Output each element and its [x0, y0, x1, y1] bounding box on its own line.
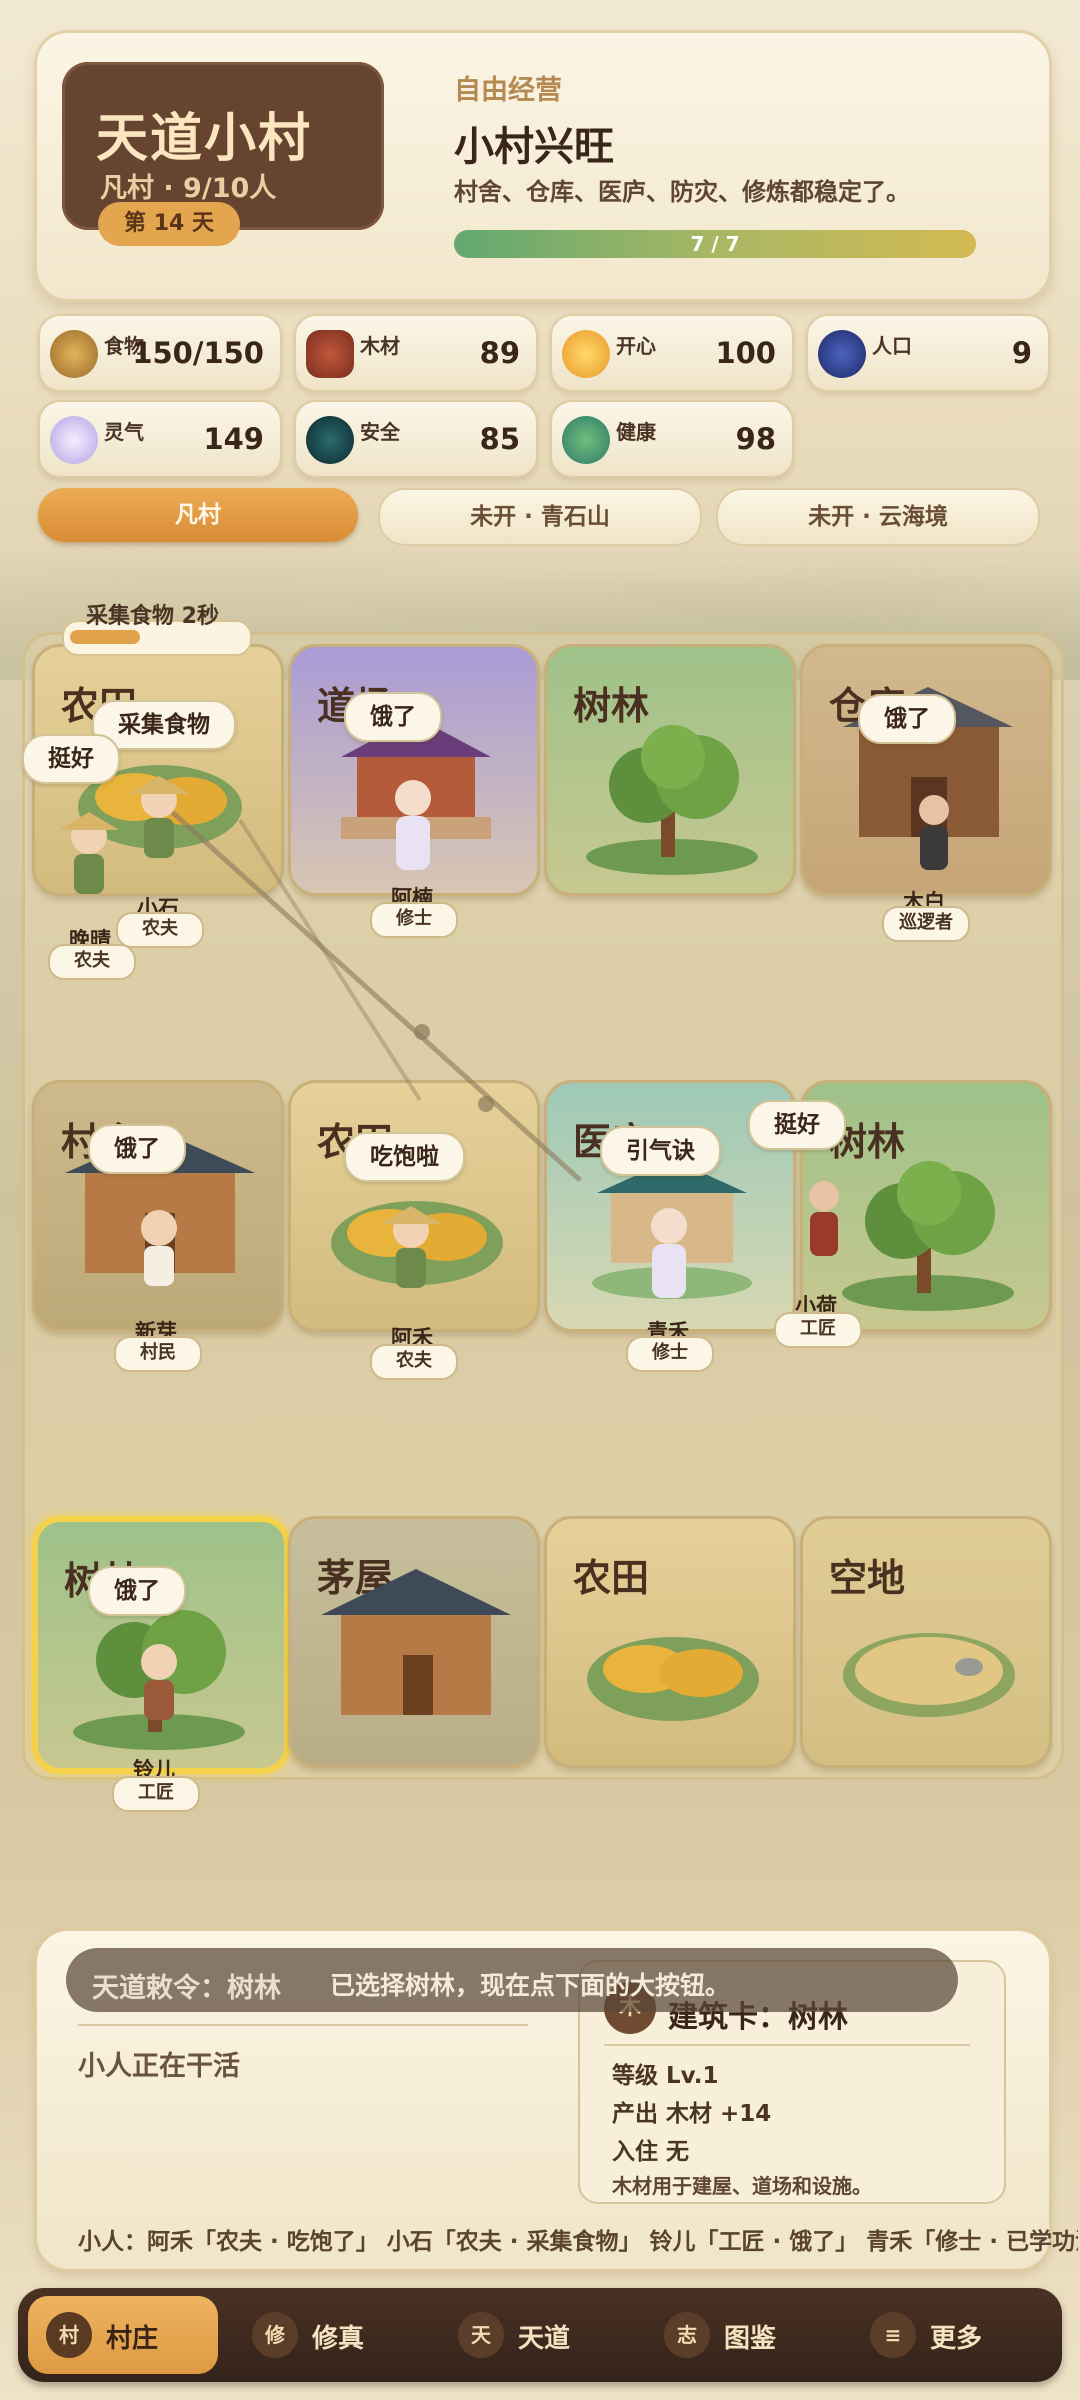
- resource-population[interactable]: 人口 9: [806, 314, 1050, 392]
- nav-codex[interactable]: 志 图鉴: [646, 2296, 836, 2374]
- building-output: 产出 木材 +14: [612, 2101, 772, 2127]
- villager-role-tag: 工匠: [112, 1776, 200, 1812]
- resource-health[interactable]: 健康 98: [550, 400, 794, 478]
- tab-yunhai-realm[interactable]: 未开 · 云海境: [716, 488, 1040, 546]
- empty-lot-icon: [843, 1633, 1015, 1717]
- resource-safety[interactable]: 安全 85: [294, 400, 538, 478]
- tile-thatched-hut[interactable]: 茅屋: [288, 1516, 540, 1768]
- resource-happiness[interactable]: 开心 100: [550, 314, 794, 392]
- decree-toast-message: 已选择树林，现在点下面的大按钮。: [330, 1971, 731, 2000]
- villager-role-tag: 巡逻者: [882, 906, 970, 942]
- speech-bubble: 饿了: [858, 694, 956, 744]
- task-label: 采集食物 2秒: [86, 604, 219, 629]
- wheat-field-icon: [587, 1637, 759, 1721]
- villager-role-tag: 修士: [626, 1336, 714, 1372]
- villager-status-ticker: 小人：阿禾「农夫 · 吃饱了」 小石「农夫 · 采集食物」 铃儿「工匠 · 饿了…: [78, 2229, 1078, 2255]
- building-card-divider: [604, 2044, 970, 2046]
- goal-progress-text: 7 / 7: [690, 232, 740, 256]
- tree-grove-icon: [842, 1161, 1014, 1311]
- villager-role-tag: 工匠: [774, 1312, 862, 1348]
- status-title: 小村兴旺: [454, 124, 614, 170]
- wheat-icon: [50, 330, 98, 378]
- resource-spirit[interactable]: 灵气 149: [38, 400, 282, 478]
- heaven-icon: 天: [458, 2312, 504, 2358]
- decree-toast-title: 天道敕令：树林: [92, 1973, 281, 2004]
- nav-heaven-dao[interactable]: 天 天道: [440, 2296, 630, 2374]
- resource-wood[interactable]: 木材 89: [294, 314, 538, 392]
- cultivation-icon: 修: [252, 2312, 298, 2358]
- villager-qinghe-sprite[interactable]: [634, 1196, 704, 1306]
- villager-ahe-sprite[interactable]: [376, 1200, 446, 1300]
- villager-mubai-sprite[interactable]: [904, 786, 964, 886]
- tab-fan-village[interactable]: 凡村: [38, 488, 358, 542]
- goal-progress-bar: 7 / 7: [454, 230, 976, 258]
- menu-icon: ≡: [870, 2312, 916, 2358]
- speech-bubble: 挺好: [22, 734, 120, 784]
- building-description: 木材用于建屋、道场和设施。: [612, 2174, 872, 2198]
- resource-food[interactable]: 食物 150/150: [38, 314, 282, 392]
- task-progress-fill: [70, 630, 140, 644]
- hut-building-icon: [321, 1569, 511, 1715]
- herb-icon: [562, 416, 610, 464]
- speech-bubble: 引气诀: [600, 1126, 721, 1176]
- villager-linger-sprite[interactable]: [124, 1632, 194, 1732]
- info-divider: [78, 2024, 528, 2026]
- nav-more[interactable]: ≡ 更多: [852, 2296, 1042, 2374]
- villager-xinya-sprite[interactable]: [124, 1198, 194, 1298]
- speech-bubble: 饿了: [88, 1566, 186, 1616]
- village-name: 天道小村: [96, 109, 313, 169]
- day-badge: 第 14 天: [98, 202, 240, 246]
- villager-anan-sprite[interactable]: [378, 768, 448, 878]
- villager-role-tag: 修士: [370, 902, 458, 938]
- nav-cultivation[interactable]: 修 修真: [234, 2296, 424, 2374]
- wood-icon: [306, 330, 354, 378]
- tile-farmland-3[interactable]: 农田: [544, 1516, 796, 1768]
- speech-bubble: 挺好: [748, 1100, 846, 1150]
- building-residents: 入住 无: [612, 2139, 690, 2165]
- working-status-label: 小人正在干活: [78, 2051, 240, 2082]
- villager-role-tag: 农夫: [370, 1344, 458, 1380]
- status-description: 村舍、仓库、医庐、防灾、修炼都稳定了。: [454, 178, 910, 206]
- village-rank-population: 凡村 · 9/10人: [100, 173, 277, 204]
- speech-bubble: 饿了: [88, 1124, 186, 1174]
- spirit-icon: [50, 416, 98, 464]
- shield-orb-icon: [306, 416, 354, 464]
- villager-role-tag: 村民: [114, 1336, 202, 1372]
- tile-empty-lot[interactable]: 空地: [800, 1516, 1052, 1768]
- codex-icon: 志: [664, 2312, 710, 2358]
- nav-village[interactable]: 村 村庄: [28, 2296, 218, 2374]
- people-icon: [818, 330, 866, 378]
- mode-label: 自由经营: [454, 75, 562, 106]
- speech-bubble: 饿了: [344, 692, 442, 742]
- villager-xiaoshi-sprite[interactable]: [124, 770, 194, 870]
- building-level: 等级 Lv.1: [612, 2063, 719, 2089]
- villager-wanqing-sprite[interactable]: [54, 806, 124, 906]
- village-icon: 村: [46, 2312, 92, 2358]
- villager-xiaohe-sprite[interactable]: [794, 1172, 854, 1272]
- speech-bubble: 吃饱啦: [344, 1132, 465, 1182]
- smile-icon: [562, 330, 610, 378]
- villager-role-tag: 农夫: [48, 944, 136, 980]
- tab-qingshi-mountain[interactable]: 未开 · 青石山: [378, 488, 702, 546]
